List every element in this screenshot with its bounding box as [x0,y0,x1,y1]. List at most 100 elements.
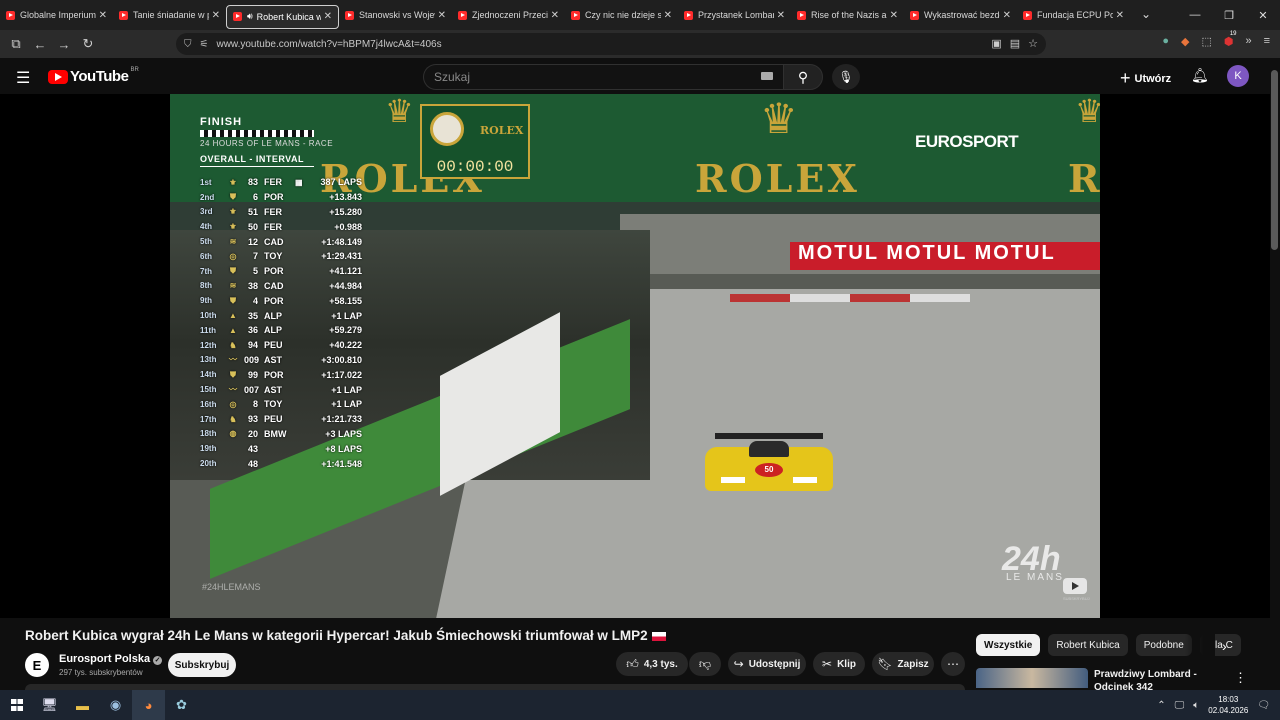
taskbar-app-monitor-icon[interactable]: 🖥︎ [33,690,66,720]
tab-list-chevron-icon[interactable]: ⌄ [1141,7,1151,21]
standings-car-number: 6 [252,192,258,203]
taskbar-app-icon[interactable]: ✿ [165,690,198,720]
browser-tab[interactable]: Fundacja ECPU Polsk✕ [1017,0,1130,30]
volume-icon[interactable]: 🔈︎ [1193,700,1199,711]
filter-chip[interactable]: Robert Kubica [1048,634,1128,656]
browser-tab[interactable]: Wykastrować bezdom✕ [904,0,1017,30]
bookmark-star-icon[interactable]: ☆ [1028,37,1038,50]
rolex-crown-icon: ♛ [385,94,414,129]
address-bar[interactable]: ⛉ ⚟ www.youtube.com/watch?v=hBPM7j4lwcA&… [176,33,1046,55]
channel-name[interactable]: Eurosport Polska ✓ [59,653,163,665]
notifications-bell-icon[interactable]: 🔔︎ [1191,67,1209,84]
browser-menu-icon[interactable]: ≡ [1264,35,1270,48]
manufacturer-logo-icon: ▲ [229,325,237,335]
standings-gap: +15.280 [329,206,362,217]
browser-tab[interactable]: Przystanek Lombard ✕ [678,0,791,30]
clip-button[interactable]: ✂ Klip [813,652,865,676]
browser-tab[interactable]: Stanowski vs Wojewó✕ [339,0,452,30]
adblock-extension-icon[interactable]: ⬢ 19 [1224,31,1237,48]
clock-face-icon [430,112,464,146]
video-frame[interactable]: ♛ ROLEX ♛ ROLEX ♛ ROLEX MOTUL MOTUL MOTU… [170,94,1100,618]
account-avatar[interactable]: K [1227,65,1249,87]
tracking-shield-icon[interactable]: ⛉ [184,39,192,50]
dislike-button[interactable]: 👎︎ [689,652,721,676]
standings-row: 9th ⛊ 4 POR +58.155 [200,293,362,308]
tab-close-icon[interactable]: ✕ [1116,10,1124,21]
browser-tab[interactable]: Czy nic nie dzieje się✕ [565,0,678,30]
manufacturer-logo-icon: ⛊ [230,266,236,276]
tab-close-icon[interactable]: ✕ [212,10,220,21]
subscribe-watermark[interactable]: SUBSKRYBUJ [1063,578,1091,601]
tab-close-icon[interactable]: ✕ [890,10,898,21]
tab-close-icon[interactable]: ✕ [551,10,559,21]
tab-close-icon[interactable]: ✕ [777,10,785,21]
taskbar-file-explorer-icon[interactable]: ▬ [66,690,99,720]
car-headlights [721,477,817,483]
network-icon[interactable]: 🖵︎ [1175,700,1185,711]
standings-car-number: 99 [247,369,258,380]
youtube-logo[interactable]: YouTube BR [48,67,139,85]
filter-chip[interactable]: Podobne [1135,634,1192,656]
youtube-favicon-icon [571,10,580,20]
more-actions-button[interactable]: ⋯ [941,652,965,676]
browser-tab[interactable]: 🔊︎ Robert Kubica wy ✕ [226,4,339,29]
system-clock[interactable]: 18:03 02.04.2026 [1208,694,1248,716]
filter-chip[interactable]: Wszystkie [976,634,1041,656]
standings-team: ALP [264,310,282,321]
share-button[interactable]: ↪ Udostępnij [728,652,806,676]
standings-car-number: 7 [252,251,258,262]
extensions-icon[interactable]: ⬚ [1201,35,1211,48]
browser-tab[interactable]: Rise of the Nazis and✕ [791,0,904,30]
start-button[interactable] [0,690,33,720]
forward-icon[interactable]: → [52,37,76,52]
taskbar-firefox-icon[interactable]: ◕ [132,690,165,720]
reload-icon[interactable]: ↻ [76,36,100,52]
browser-tab[interactable]: Tanie śniadanie w pie✕ [113,0,226,30]
create-button[interactable]: + Utwórz [1120,68,1171,89]
race-name: 24 HOURS OF LE MANS - RACE [200,139,334,148]
browser-tab[interactable]: Globalne Imperium B✕ [0,0,113,30]
back-icon[interactable]: ← [28,37,52,52]
search-button[interactable]: ⚲ [783,64,823,90]
tab-close-icon[interactable]: ✕ [438,10,446,21]
fox-extension-icon[interactable]: ◆ [1181,35,1189,48]
minimize-icon[interactable]: — [1178,9,1212,21]
vpn-extension-icon[interactable]: ● [1162,35,1169,48]
close-window-icon[interactable]: ✕ [1246,9,1280,22]
site-info-icon[interactable]: ⚟ [200,39,209,50]
reader-view-icon[interactable]: ▤ [1010,37,1020,50]
tab-close-icon[interactable]: ✕ [664,10,672,21]
tab-close-icon[interactable]: ✕ [1003,10,1011,21]
standings-position: 5th [200,237,212,247]
tab-close-icon[interactable]: ✕ [324,11,332,22]
recommendation-more-icon[interactable]: ⋮ [1234,670,1247,686]
taskbar-steam-icon[interactable]: ◉ [99,690,132,720]
standings-team: FER [264,206,282,217]
save-button[interactable]: 🔖︎ Zapisz [872,652,934,676]
subscribe-button[interactable]: Subskrybuj [168,653,236,677]
standings-gap: +1 LAP [331,384,362,395]
standings-team: PEU [264,414,283,425]
car-wing [715,433,823,439]
manufacturer-logo-icon: ⛊ [230,295,236,305]
page-scrollbar-thumb[interactable] [1271,70,1278,250]
channel-avatar[interactable]: E [25,653,49,677]
tab-audio-icon[interactable]: 🔊︎ [247,11,253,22]
notifications-icon[interactable]: 🗨︎ [1257,700,1270,711]
recommendation-thumbnail[interactable] [976,668,1088,688]
tab-close-icon[interactable]: ✕ [99,10,107,21]
keyboard-icon[interactable] [761,72,773,80]
video-player[interactable]: ♛ ROLEX ♛ ROLEX ♛ ROLEX MOTUL MOTUL MOTU… [0,94,1270,618]
restore-icon[interactable]: ❐ [1212,9,1246,22]
voice-search-button[interactable]: 🎙 [832,64,860,90]
chips-next-chevron-icon[interactable]: › [1222,638,1227,654]
picture-in-picture-icon[interactable]: ▣ [991,37,1001,50]
browser-tab[interactable]: Zjednoczeni Przeciw I✕ [452,0,565,30]
search-input[interactable]: Szukaj [423,64,783,90]
overflow-chevron-icon[interactable]: » [1245,35,1251,48]
like-button[interactable]: 👍︎ 4,3 tys. [616,652,688,676]
guide-menu-icon[interactable]: ☰ [16,68,30,88]
youtube-favicon-icon [345,10,354,20]
tray-chevron-icon[interactable]: ⌃ [1157,700,1165,711]
sidebar-toggle-icon[interactable]: ⧉ [4,36,28,52]
